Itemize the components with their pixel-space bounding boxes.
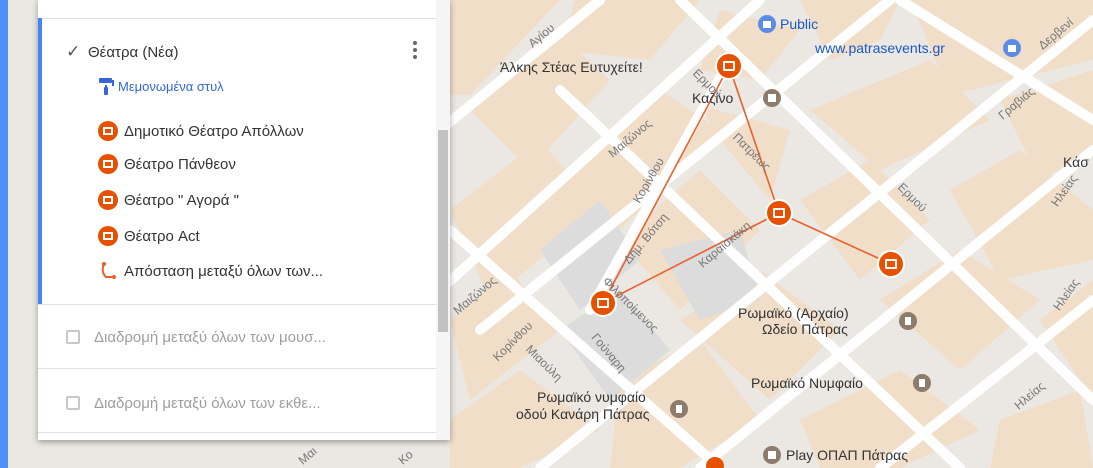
marker-agora	[877, 250, 905, 278]
layer-museums[interactable]: Διαδρομή μεταξύ όλων των μουσ...	[66, 326, 326, 348]
item-label[interactable]: Δημοτικό Θέατρο Απόλλων	[124, 123, 304, 140]
layer-checkbox[interactable]	[66, 396, 80, 410]
theatre-pin-icon	[98, 190, 118, 210]
label-alkis[interactable]: Άλκης Στέας Ευτυχείτε!	[500, 59, 643, 75]
label-nymfaio[interactable]: Ρωμαϊκό Νυμφαίο	[751, 375, 863, 391]
label-nymfaio-kanari-1[interactable]: Ρωμαϊκό νυμφαίο	[537, 389, 646, 405]
panel-scrollbar[interactable]	[436, 0, 450, 440]
marker-pantheon	[765, 199, 793, 227]
item-label[interactable]: Θέατρο " Αγορά "	[124, 192, 239, 209]
odeio-icon	[899, 312, 917, 330]
layer-title[interactable]: Θέατρα (Νέα)	[88, 44, 179, 61]
list-item-apollon[interactable]: Δημοτικό Θέατρο Απόλλων	[98, 120, 304, 142]
checkmark-icon[interactable]: ✓	[66, 42, 88, 62]
left-blue-strip	[0, 0, 8, 468]
opap-icon	[763, 446, 781, 464]
list-item-act[interactable]: Θέατρο Act	[98, 225, 200, 247]
paint-roller-icon	[99, 78, 114, 95]
panel-divider	[38, 18, 436, 19]
active-layer-accent	[38, 18, 42, 304]
measure-line-icon	[101, 262, 116, 279]
label-odeio-2[interactable]: Ωδείο Πάτρας	[762, 321, 848, 337]
label-nymfaio-kanari-2[interactable]: οδού Κανάρη Πάτρας	[516, 406, 649, 422]
nymfaio-kanari-icon	[670, 400, 688, 418]
item-label[interactable]: Απόσταση μεταξύ όλων των...	[124, 263, 323, 280]
layer-label[interactable]: Διαδρομή μεταξύ όλων των μουσ...	[94, 329, 326, 346]
scrollbar-thumb[interactable]	[438, 130, 448, 332]
layer-header[interactable]: ✓ Θέατρα (Νέα)	[66, 40, 179, 64]
panel-divider	[38, 304, 436, 305]
kazino-icon	[763, 89, 781, 107]
list-item-pantheon[interactable]: Θέατρο Πάνθεον	[98, 153, 236, 175]
marker-apollon	[715, 52, 743, 80]
individual-styles-link[interactable]: Μεμονωμένα στυλ	[98, 76, 224, 96]
panel-divider	[38, 368, 436, 369]
layer-label[interactable]: Διαδρομή μεταξύ όλων των εκθε...	[94, 395, 321, 412]
more-options-icon[interactable]	[408, 38, 422, 68]
patrasevents-icon	[1003, 39, 1021, 57]
item-label[interactable]: Θέατρο Πάνθεον	[124, 156, 236, 173]
public-icon	[758, 15, 776, 33]
nymfaio-icon	[913, 374, 931, 392]
label-odeio-1[interactable]: Ρωμαϊκό (Αρχαίο)	[738, 305, 849, 321]
theatre-pin-icon	[98, 154, 118, 174]
label-opap[interactable]: Play ΟΠΑΠ Πάτρας	[786, 447, 908, 463]
panel-divider	[38, 432, 436, 433]
layers-panel: ✓ Θέατρα (Νέα) Μεμονωμένα στυλ Δημοτικό …	[38, 0, 450, 440]
individual-styles-label[interactable]: Μεμονωμένα στυλ	[118, 79, 224, 94]
label-public[interactable]: Public	[780, 16, 818, 32]
layer-checkbox[interactable]	[66, 330, 80, 344]
list-item-agora[interactable]: Θέατρο " Αγορά "	[98, 189, 239, 211]
theatre-pin-icon	[98, 121, 118, 141]
list-item-distance[interactable]: Απόσταση μεταξύ όλων των...	[98, 260, 323, 282]
layer-exhibitions[interactable]: Διαδρομή μεταξύ όλων των εκθε...	[66, 392, 321, 414]
item-label[interactable]: Θέατρο Act	[124, 228, 200, 245]
label-patrasevents[interactable]: www.patrasevents.gr	[815, 40, 945, 56]
label-kas[interactable]: Κάσ	[1063, 154, 1089, 170]
theatre-pin-icon	[98, 226, 118, 246]
